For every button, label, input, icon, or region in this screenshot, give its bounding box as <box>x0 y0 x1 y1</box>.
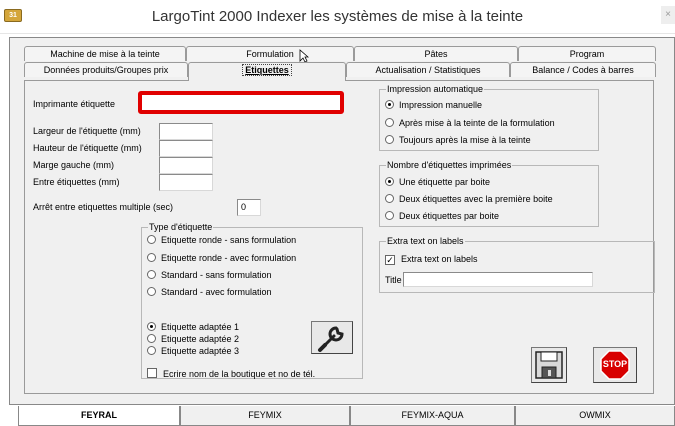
radio-always-after-tint[interactable]: Toujours après la mise à la teinte <box>385 135 531 145</box>
tab-machine[interactable]: Machine de mise à la teinte <box>24 46 186 61</box>
radio-selected-icon <box>385 100 394 109</box>
margin-label: Marge gauche (mm) <box>33 160 115 170</box>
bottom-tab-feymix[interactable]: FEYMIX <box>180 406 350 426</box>
checkbox-checked-icon: ✓ <box>385 255 395 265</box>
radio-icon <box>147 270 156 279</box>
mouse-cursor-icon <box>299 49 309 63</box>
stop-button[interactable]: STOP <box>593 347 637 383</box>
radio-icon <box>147 287 156 296</box>
tab-program[interactable]: Program <box>518 46 656 61</box>
radio-adapted-2[interactable]: Etiquette adaptée 2 <box>147 334 239 344</box>
tab-formulation[interactable]: Formulation <box>186 46 354 63</box>
radio-round-no-formula[interactable]: Etiquette ronde - sans formulation <box>147 235 296 245</box>
auto-print-title: Impression automatique <box>386 84 485 94</box>
radio-adapted-1[interactable]: Etiquette adaptée 1 <box>147 322 239 332</box>
radio-two-first-box[interactable]: Deux étiquettes avec la première boite <box>385 194 553 204</box>
etiquettes-panel: Imprimante étiquette Largeur de l'étique… <box>24 80 655 394</box>
tab-donnees-produits[interactable]: Données produits/Groupes prix <box>24 62 188 77</box>
between-input[interactable] <box>159 174 213 191</box>
tab-pates[interactable]: Pâtes <box>354 46 518 61</box>
width-label: Largeur de l'étiquette (mm) <box>33 126 141 136</box>
radio-two-per-box[interactable]: Deux étiquettes par boite <box>385 211 499 221</box>
floppy-disk-icon <box>535 351 563 379</box>
height-input[interactable] <box>159 140 213 157</box>
printer-select[interactable] <box>138 91 344 114</box>
between-label: Entre étiquettes (mm) <box>33 177 120 187</box>
radio-round-with-formula[interactable]: Etiquette ronde - avec formulation <box>147 253 296 263</box>
pause-input[interactable]: 0 <box>237 199 261 216</box>
bottom-tab-feymix-aqua[interactable]: FEYMIX-AQUA <box>350 406 515 426</box>
title-label: Title <box>385 275 402 285</box>
radio-standard-with-formula[interactable]: Standard - avec formulation <box>147 287 272 297</box>
radio-icon <box>147 253 156 262</box>
radio-manual-print[interactable]: Impression manuelle <box>385 100 482 110</box>
width-input[interactable] <box>159 123 213 140</box>
radio-after-formulation[interactable]: Après mise à la teinte de la formulation <box>385 118 555 128</box>
radio-icon <box>385 211 394 220</box>
margin-input[interactable] <box>159 157 213 174</box>
label-count-title: Nombre d'étiquettes imprimées <box>386 160 513 170</box>
printer-label: Imprimante étiquette <box>33 99 116 109</box>
radio-icon <box>147 235 156 244</box>
checkbox-icon <box>147 368 157 378</box>
extra-text-title: Extra text on labels <box>386 236 465 246</box>
radio-standard-no-formula[interactable]: Standard - sans formulation <box>147 270 272 280</box>
window-title: LargoTint 2000 Indexer les systèmes de m… <box>151 8 524 25</box>
title-input[interactable] <box>403 272 593 287</box>
title-bar: 31 LargoTint 2000 Indexer les systèmes d… <box>0 0 675 34</box>
radio-icon <box>385 194 394 203</box>
bottom-tab-owmix[interactable]: OWMIX <box>515 406 675 426</box>
save-button[interactable] <box>531 347 567 383</box>
radio-one-per-box[interactable]: Une étiquette par boite <box>385 177 490 187</box>
wrench-button[interactable] <box>311 321 353 354</box>
shop-name-checkbox[interactable]: Ecrire nom de la boutique et no de tél. <box>147 368 315 379</box>
extra-text-checkbox[interactable]: ✓ Extra text on labels <box>385 254 478 265</box>
tab-actualisation[interactable]: Actualisation / Statistiques <box>346 62 510 77</box>
radio-icon <box>147 346 156 355</box>
pause-label: Arrêt entre etiquettes multiple (sec) <box>33 202 174 212</box>
tab-etiquettes[interactable]: Etiquettes <box>188 62 346 81</box>
radio-icon <box>147 334 156 343</box>
label-type-group: Type d'étiquette <box>141 222 363 379</box>
label-type-title: Type d'étiquette <box>148 222 214 232</box>
wrench-icon <box>318 326 344 352</box>
radio-adapted-3[interactable]: Etiquette adaptée 3 <box>147 346 239 356</box>
close-icon[interactable]: × <box>661 6 675 24</box>
radio-icon <box>385 135 394 144</box>
bottom-tab-feyral[interactable]: FEYRAL <box>18 406 180 426</box>
radio-selected-icon <box>147 322 156 331</box>
radio-icon <box>385 118 394 127</box>
stop-label: STOP <box>602 359 628 369</box>
radio-selected-icon <box>385 177 394 186</box>
tab-balance[interactable]: Balance / Codes à barres <box>510 62 656 77</box>
height-label: Hauteur de l'étiquette (mm) <box>33 143 142 153</box>
